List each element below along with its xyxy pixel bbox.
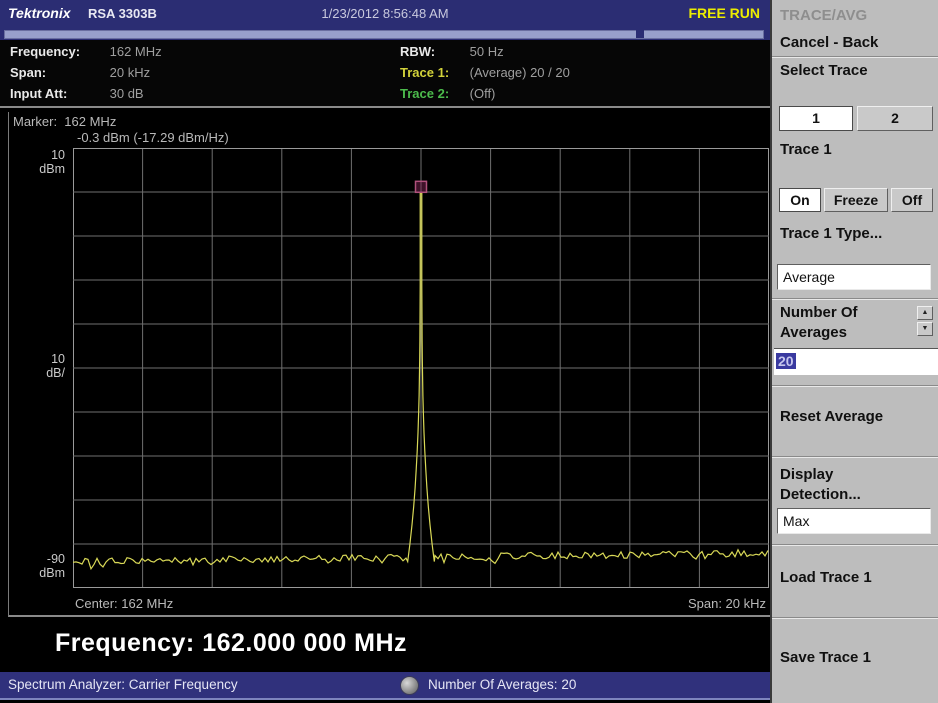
trace-freeze-button[interactable]: Freeze [824, 188, 888, 212]
substrip-bar [4, 30, 764, 39]
datetime-label: 1/23/2012 8:56:48 AM [0, 6, 770, 21]
trace-on-button[interactable]: On [779, 188, 821, 212]
setting-frequency: Frequency: 162 MHz [10, 44, 162, 64]
titlebar-substrip [0, 28, 770, 40]
status-bar: Spectrum Analyzer: Carrier Frequency Num… [0, 672, 770, 700]
marker-label: Marker: [13, 114, 57, 129]
setting-rbw: RBW: 50 Hz [400, 44, 504, 64]
spinner-down-icon: ▼ [922, 325, 929, 332]
rbw-label: RBW: [400, 44, 466, 59]
center-frequency-label: Center: 162 MHz [75, 596, 173, 611]
span-axis-label: Span: 20 kHz [688, 596, 766, 611]
frequency-label: Frequency: [10, 44, 106, 59]
number-of-averages-label: Number Of Averages [780, 303, 858, 343]
y-axis-bottom-label: -90 dBm [9, 552, 65, 580]
frequency-value: 162 MHz [110, 44, 162, 59]
input-att-value: 30 dB [110, 86, 144, 101]
spectrum-display: Marker: 162 MHz -0.3 dBm (-17.29 dBm/Hz)… [8, 112, 770, 617]
frequency-readout: Frequency: 162.000 000 MHz [0, 617, 770, 672]
detection-value-field[interactable]: Max [777, 508, 931, 534]
trace-heading: Trace 1 [780, 140, 832, 160]
setting-trace1: Trace 1: (Average) 20 / 20 [400, 65, 570, 85]
separator [772, 385, 938, 387]
averages-input[interactable]: 20 [774, 348, 938, 375]
spinner-up-button[interactable]: ▲ [917, 306, 933, 320]
separator [772, 56, 938, 58]
marker-frequency: 162 MHz [64, 114, 116, 129]
settings-panel: Frequency: 162 MHz Span: 20 kHz Input At… [0, 40, 770, 108]
instrument-screen: Tektronix RSA 3303B 1/23/2012 8:56:48 AM… [0, 0, 938, 703]
setting-trace2: Trace 2: (Off) [400, 86, 495, 106]
display-detection-button[interactable]: Display Detection... [780, 465, 861, 505]
rbw-value: 50 Hz [470, 44, 504, 59]
marker-readout-line1: Marker: 162 MHz [13, 114, 116, 129]
spinner-up-icon: ▲ [922, 309, 929, 316]
y-axis-top-label: 10 dBm [9, 148, 65, 176]
setting-span: Span: 20 kHz [10, 65, 150, 85]
save-trace-button[interactable]: Save Trace 1 [780, 648, 871, 668]
span-value: 20 kHz [110, 65, 150, 80]
separator [772, 456, 938, 458]
averages-input-value: 20 [776, 353, 796, 369]
setting-input-att: Input Att: 30 dB [10, 86, 144, 106]
separator [772, 617, 938, 619]
trace-1-tab[interactable]: 1 [779, 106, 853, 131]
knob-icon [400, 676, 419, 695]
spectrum-plot [73, 148, 769, 588]
run-status-badge: FREE RUN [688, 5, 760, 21]
knob-assignment-text: Number Of Averages: 20 [428, 677, 576, 692]
menu-title: TRACE/AVG [780, 7, 867, 24]
substrip-tick [636, 29, 644, 38]
reset-average-button[interactable]: Reset Average [780, 407, 883, 427]
marker-readout-line2: -0.3 dBm (-17.29 dBm/Hz) [77, 130, 229, 145]
trace2-value: (Off) [470, 86, 496, 101]
input-att-label: Input Att: [10, 86, 106, 101]
trace-off-button[interactable]: Off [891, 188, 933, 212]
trace-type-button[interactable]: Trace 1 Type... [780, 224, 882, 244]
trace1-value: (Average) 20 / 20 [470, 65, 570, 80]
frequency-readout-text: Frequency: 162.000 000 MHz [55, 629, 407, 658]
y-axis-scale-label: 10 dB/ [9, 352, 65, 380]
trace2-label: Trace 2: [400, 86, 466, 101]
trace-type-value-field[interactable]: Average [777, 264, 931, 290]
trace-2-tab[interactable]: 2 [857, 106, 933, 131]
cancel-back-button[interactable]: Cancel - Back [780, 33, 878, 53]
separator [772, 298, 938, 300]
separator [772, 544, 938, 546]
titlebar: Tektronix RSA 3303B 1/23/2012 8:56:48 AM… [0, 0, 770, 28]
softkey-menu: TRACE/AVG Cancel - Back Select Trace 1 2… [770, 0, 938, 703]
span-label: Span: [10, 65, 106, 80]
mode-status-text: Spectrum Analyzer: Carrier Frequency [8, 677, 238, 692]
load-trace-button[interactable]: Load Trace 1 [780, 568, 872, 588]
select-trace-button[interactable]: Select Trace [780, 61, 868, 81]
trace1-label: Trace 1: [400, 65, 466, 80]
spinner-down-button[interactable]: ▼ [917, 322, 933, 336]
